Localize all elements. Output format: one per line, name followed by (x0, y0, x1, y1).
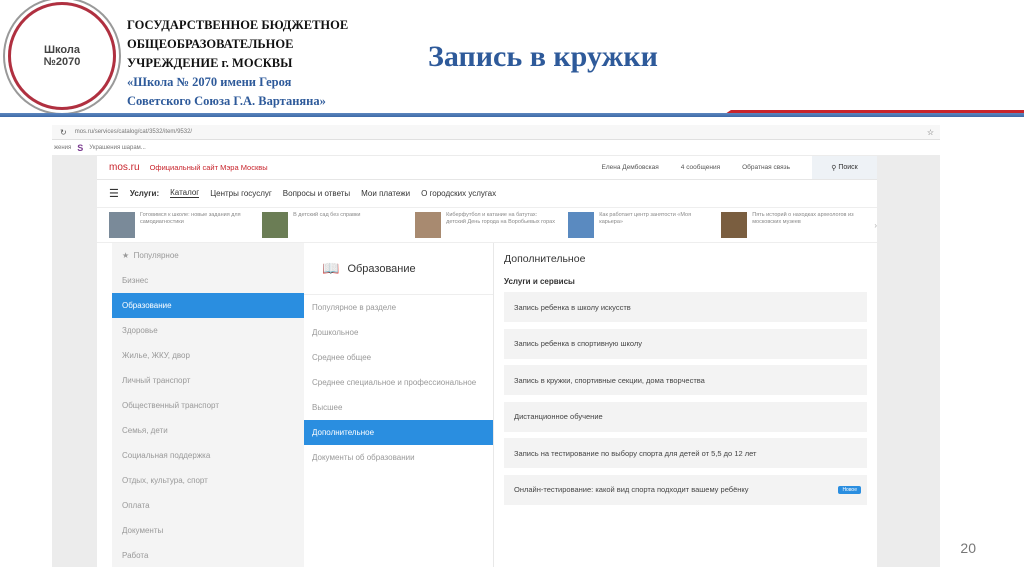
user-menu[interactable]: Елена Дембовская (602, 164, 659, 171)
news-item[interactable]: Готовимся к школе: новые задания для сам… (109, 212, 250, 238)
school-logo: Школа №2070 (8, 2, 116, 110)
news-text: Пять историй о находках археологов из мо… (752, 212, 854, 225)
news-thumbnail (721, 212, 748, 238)
category-label: Популярное (133, 251, 179, 260)
section-header: 📖 Образование (304, 243, 493, 295)
service-card[interactable]: Запись в кружки, спортивные секции, дома… (504, 365, 867, 395)
feedback-link[interactable]: Обратная связь (742, 164, 790, 171)
service-card[interactable]: Онлайн-тестирование: какой вид спорта по… (504, 474, 867, 505)
news-item[interactable]: Как работает центр занятости «Моя карьер… (568, 212, 709, 238)
subcategory-item[interactable]: Документы об образовании (304, 445, 493, 470)
nav-payments[interactable]: Мои платежи (361, 189, 410, 198)
service-card[interactable]: Дистанционное обучение (504, 401, 867, 432)
subcategory-item-active[interactable]: Дополнительное (304, 420, 493, 445)
address-bar[interactable]: ↻ mos.ru/services/catalog/cat/3532/item/… (52, 125, 940, 140)
news-text: Как работает центр занятости «Моя карьер… (599, 212, 692, 225)
subcategory-item[interactable]: Высшее (304, 395, 493, 420)
chevron-right-icon[interactable]: › (874, 221, 877, 230)
organization-name: ГОСУДАРСТВЕННОЕ БЮДЖЕТНОЕ ОБЩЕОБРАЗОВАТЕ… (127, 16, 348, 111)
site-header: mos.ru Официальный сайт Мэра Москвы Елен… (97, 156, 877, 180)
nav-about[interactable]: О городских услугах (421, 189, 496, 198)
news-text: Киберфутбол и катание на батутах: детски… (446, 212, 555, 225)
category-item[interactable]: Документы (112, 518, 304, 543)
news-thumbnail (109, 212, 135, 238)
nav-faq[interactable]: Вопросы и ответы (283, 189, 350, 198)
bookmarks-bar: жения S Украшения шарам... (52, 140, 940, 155)
service-card[interactable]: Запись ребенка в школу искусств (504, 292, 867, 322)
slide-title: Запись в кружки (428, 40, 658, 73)
category-item-active[interactable]: Образование (112, 293, 304, 318)
services-label: Услуги и сервисы (504, 277, 575, 286)
subcategory-item[interactable]: Дошкольное (304, 320, 493, 345)
subcategory-item[interactable]: Популярное в разделе (304, 295, 493, 320)
nav-centers[interactable]: Центры госуслуг (210, 189, 272, 198)
messages-link[interactable]: 4 сообщения (681, 164, 720, 171)
site-tagline: Официальный сайт Мэра Москвы (149, 163, 268, 172)
category-item[interactable]: Оплата (112, 493, 304, 518)
services-nav: ☰ Услуги: Каталог Центры госуслуг Вопрос… (97, 180, 877, 206)
org-line: ОБЩЕОБРАЗОВАТЕЛЬНОЕ (127, 37, 294, 51)
subcategory-item[interactable]: Среднее общее (304, 345, 493, 370)
news-item[interactable]: В детский сад без справки (262, 212, 403, 238)
blue-divider (0, 113, 1024, 117)
new-badge: Новое (838, 485, 861, 494)
search-label: Поиск (838, 164, 858, 171)
news-thumbnail (415, 212, 442, 238)
category-list: ★ Популярное Бизнес Образование Здоровье… (112, 243, 304, 567)
category-item[interactable]: Социальная поддержка (112, 443, 304, 468)
category-item[interactable]: Личный транспорт (112, 368, 304, 393)
category-item[interactable]: Жилье, ЖКУ, двор (112, 343, 304, 368)
category-item[interactable]: Бизнес (112, 268, 304, 293)
school-line: Советского Союза Г.А. Вартаняна» (127, 94, 326, 108)
category-item[interactable]: Общественный транспорт (112, 393, 304, 418)
services-panel-title: Дополнительное (504, 253, 586, 265)
service-label: Онлайн-тестирование: какой вид спорта по… (514, 485, 749, 494)
section-title: Образование (347, 262, 416, 275)
search-icon: ⚲ (831, 164, 839, 172)
category-item[interactable]: Здоровье (112, 318, 304, 343)
services-panel: Дополнительное Услуги и сервисы Запись р… (494, 243, 877, 567)
star-icon[interactable]: ☆ (927, 128, 934, 137)
star-icon: ★ (122, 251, 134, 260)
search-button[interactable]: ⚲ Поиск (812, 156, 877, 179)
page-number: 20 (960, 540, 976, 556)
news-strip: Готовимся к школе: новые задания для сам… (97, 207, 877, 243)
news-thumbnail (568, 212, 595, 238)
news-text: Готовимся к школе: новые задания для сам… (140, 212, 241, 225)
news-text: В детский сад без справки (293, 212, 361, 218)
service-card[interactable]: Запись ребенка в спортивную школу (504, 328, 867, 359)
bookmark[interactable]: жения (54, 145, 71, 151)
browser-screenshot: ↻ mos.ru/services/catalog/cat/3532/item/… (52, 125, 940, 567)
site-logo[interactable]: mos.ru (109, 162, 140, 173)
org-line: ГОСУДАРСТВЕННОЕ БЮДЖЕТНОЕ (127, 18, 349, 32)
bookmark[interactable]: Украшения шарам... (89, 145, 146, 151)
reload-icon[interactable]: ↻ (60, 128, 67, 137)
book-icon: 📖 (322, 260, 340, 276)
category-item[interactable]: Работа (112, 543, 304, 567)
subcategory-panel: 📖 Образование Популярное в разделе Дошкол… (304, 243, 494, 567)
bookmark-icon: S (77, 142, 84, 153)
nav-catalog[interactable]: Каталог (170, 188, 200, 198)
category-item[interactable]: Отдых, культура, спорт (112, 468, 304, 493)
news-item[interactable]: Пять историй о находках археологов из мо… (721, 212, 862, 238)
url-text[interactable]: mos.ru/services/catalog/cat/3532/item/95… (75, 129, 192, 135)
mos-ru-page: mos.ru Официальный сайт Мэра Москвы Елен… (97, 156, 877, 567)
school-line: «Школа № 2070 имени Героя (127, 75, 292, 89)
org-line: УЧРЕЖДЕНИЕ г. МОСКВЫ (127, 56, 293, 70)
news-thumbnail (262, 212, 289, 238)
service-card[interactable]: Запись на тестирование по выбору спорта … (504, 438, 867, 468)
news-item[interactable]: Киберфутбол и катание на батутах: детски… (415, 212, 556, 238)
category-item[interactable]: Семья, дети (112, 418, 304, 443)
subcategory-item[interactable]: Среднее специальное и профессиональное (304, 370, 493, 395)
nav-label: Услуги: (129, 188, 160, 198)
category-popular[interactable]: ★ Популярное (112, 243, 304, 268)
menu-icon[interactable]: ☰ (109, 187, 119, 200)
